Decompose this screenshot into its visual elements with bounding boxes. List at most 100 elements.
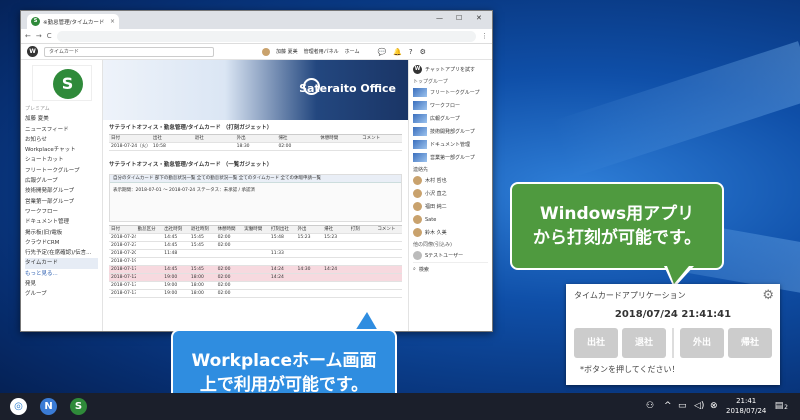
chat-app-try-link[interactable]: W チャットアプリを試す	[413, 63, 488, 76]
table-cell	[375, 290, 402, 297]
nav-item-crm[interactable]: クラウドCRM	[25, 238, 98, 248]
table-cell: 14:45	[164, 267, 178, 272]
reload-icon[interactable]: C	[47, 32, 52, 40]
workplace-logo-icon[interactable]: W	[27, 46, 38, 57]
avatar	[413, 176, 422, 185]
table-cell	[360, 143, 402, 150]
return-button[interactable]: 帰社	[727, 328, 772, 358]
nav-item-notices[interactable]: お知らせ	[25, 135, 98, 145]
today-table: 日付 出社 退社 外出 帰社 休憩時間 コメント 2018-07-24（火） 1…	[109, 134, 402, 151]
table-cell: 18:30	[236, 144, 250, 149]
help-icon[interactable]: ?	[409, 48, 413, 56]
table-row[interactable]: 2018-07-24（火） 14:45 15:45 02:00 15:48 15:23 15…	[109, 234, 402, 242]
network-icon[interactable]: ▭	[678, 401, 687, 411]
contact-item[interactable]: 福田 純二	[413, 200, 488, 213]
header-user-name[interactable]: 加藤 夏美	[276, 48, 298, 55]
nav-item-workflow[interactable]: ワークフロー	[25, 207, 98, 217]
table-cell: 19:00	[164, 283, 178, 288]
table-cell: 11:48	[164, 251, 178, 256]
list-subtabs[interactable]: 自分のタイムカード 部下の勤怠状況一覧 全ての勤怠状況一覧 全てのタイムカード …	[110, 175, 401, 183]
tab-close-icon[interactable]: ×	[110, 18, 115, 25]
nav-item-timecard[interactable]: タイムカード	[25, 258, 98, 269]
volume-icon[interactable]: ◁)	[694, 401, 704, 411]
header-search-input[interactable]: タイムカード	[44, 46, 214, 57]
nav-item-shortcut[interactable]: ショートカット	[25, 155, 98, 165]
forward-icon[interactable]: →	[36, 32, 42, 40]
callout-text: から打刻が可能です。	[532, 228, 702, 248]
table-row[interactable]: 2018-07-23（月） 14:45 15:45 02:00	[109, 242, 402, 250]
clock-in-button[interactable]: 出社	[574, 328, 619, 358]
nav-more-link[interactable]: もっと見る...	[25, 269, 98, 279]
group-item[interactable]: 営業第一部グループ	[413, 151, 488, 164]
minimize-icon[interactable]: —	[436, 14, 443, 22]
contact-name: 小沢 直之	[425, 191, 447, 197]
table-cell: 02:00	[217, 291, 231, 296]
table-cell	[322, 274, 349, 281]
workplace-header: W タイムカード 加藤 夏美 管理者用パネル ホーム 💬 🔔 ? ⚙	[21, 44, 492, 60]
nav-item-bulletin[interactable]: 掲示板(旧)電板	[25, 228, 98, 238]
chrome-taskbar-icon[interactable]: ◎	[10, 398, 27, 415]
table-cell: 19:00	[164, 291, 178, 296]
group-item[interactable]: 技術開発部グループ	[413, 125, 488, 138]
header-home-link[interactable]: ホーム	[345, 48, 360, 55]
nav-discover[interactable]: 発見	[25, 279, 98, 289]
table-cell: 18:00	[190, 291, 204, 296]
nav-item-freetalk[interactable]: フリートークグループ	[25, 166, 98, 176]
table-row[interactable]: 2018-07-19（木）	[109, 258, 402, 266]
table-cell	[349, 274, 376, 281]
n-app-taskbar-icon[interactable]: N	[40, 398, 57, 415]
back-icon[interactable]: ←	[25, 32, 31, 40]
punch-gadget-title: サテライトオフィス・勤怠管理/タイムカード （打刻ガジェット）	[109, 125, 273, 131]
close-circle-icon[interactable]: ⊗	[710, 401, 718, 411]
table-row[interactable]: 2018-07-17（火） 14:45 15:45 02:00 14:24 14:30 14…	[109, 266, 402, 274]
company-logo: S	[31, 65, 92, 101]
nav-groups[interactable]: グループ	[25, 289, 98, 299]
contact-item[interactable]: 小沢 直之	[413, 187, 488, 200]
group-thumbnail	[413, 101, 427, 110]
table-cell	[242, 266, 269, 273]
contact-item[interactable]: 木村 哲也	[413, 174, 488, 187]
taskbar-clock[interactable]: 21:41 2018/07/24	[726, 396, 766, 416]
group-item[interactable]: ワークフロー	[413, 99, 488, 112]
contact-item[interactable]: Sテストユーザー	[413, 249, 488, 262]
menu-icon[interactable]: ⋮	[481, 32, 488, 40]
panel-search-input[interactable]: ⌕ 検索	[413, 262, 488, 275]
settings-gear-icon[interactable]: ⚙	[420, 48, 426, 56]
nav-item-sales[interactable]: 営業第一部グループ	[25, 197, 98, 207]
filter-text: 表示期間：2018-07-01 〜 2018-07-24 ステータス：未承認 /…	[113, 188, 255, 193]
notification-bell-icon[interactable]: 🔔	[393, 48, 402, 56]
chevron-up-icon[interactable]: ^	[664, 401, 672, 411]
group-item[interactable]: ドキュメント管理	[413, 138, 488, 151]
close-window-icon[interactable]: ✕	[476, 14, 482, 22]
table-row[interactable]: 2018-07-20（金） 11:48 11:33	[109, 250, 402, 258]
contact-item[interactable]: Sate	[413, 213, 488, 226]
avatar	[262, 47, 270, 56]
group-name: 営業第一部グループ	[430, 155, 475, 161]
group-item[interactable]: 広報グループ	[413, 112, 488, 125]
settings-gear-icon[interactable]: ⚙	[762, 288, 774, 303]
avatar	[413, 202, 422, 211]
group-thumbnail	[413, 114, 427, 123]
chat-icon[interactable]: 💬	[377, 48, 386, 56]
nav-item-destination[interactable]: 行先予定(在席確認)/伝言...	[25, 248, 98, 258]
contact-item[interactable]: 鈴木 久美	[413, 226, 488, 239]
notification-center-icon[interactable]: ▤ 2	[772, 399, 788, 413]
nav-item-tech[interactable]: 技術開発部グループ	[25, 186, 98, 196]
nav-item-documents[interactable]: ドキュメント管理	[25, 217, 98, 227]
sateraito-taskbar-icon[interactable]: S	[70, 398, 87, 415]
table-row[interactable]: 2018-07-12（木） 19:00 18:00 02:00 14:24	[109, 274, 402, 282]
group-item[interactable]: フリートークグループ	[413, 86, 488, 99]
nav-item-workplace-chat[interactable]: Workplaceチャット	[25, 145, 98, 155]
clock-out-button[interactable]: 退社	[622, 328, 667, 358]
go-out-button[interactable]: 外出	[679, 328, 724, 358]
nav-item-newsfeed[interactable]: ニュースフィード	[25, 125, 98, 135]
url-input[interactable]	[56, 30, 476, 42]
table-row[interactable]: 2018-07-13（金） 19:00 18:00 02:00	[109, 290, 402, 298]
nav-user[interactable]: 加藤 夏美	[25, 114, 98, 124]
table-row[interactable]: 2018-07-13（金） 19:00 18:00 02:00	[109, 282, 402, 290]
header-admin-panel-link[interactable]: 管理者用パネル	[304, 48, 339, 55]
people-icon[interactable]: ⚇	[646, 401, 654, 411]
nav-item-pr[interactable]: 広報グループ	[25, 176, 98, 186]
browser-tab[interactable]: S ※勤怠管理/タイムカード ×	[27, 14, 119, 29]
maximize-icon[interactable]: ☐	[456, 14, 462, 22]
